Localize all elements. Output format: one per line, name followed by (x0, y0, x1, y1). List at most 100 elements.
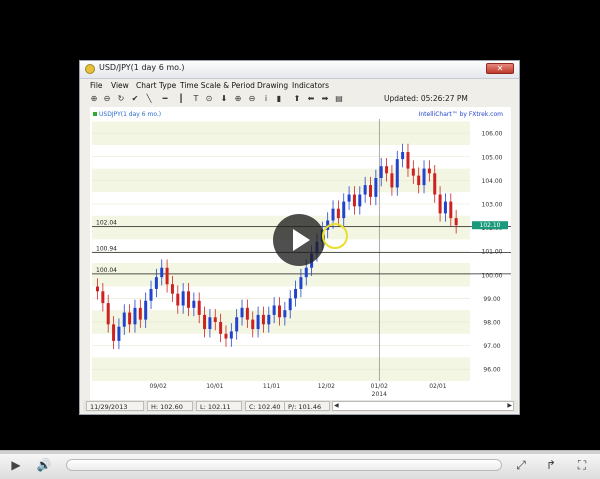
candle-body (363, 185, 367, 195)
refresh-icon[interactable]: ↻ (116, 93, 126, 104)
candle-body (406, 152, 410, 169)
x-tick-label: 09/02 (150, 383, 167, 390)
up-arrow-icon[interactable]: ⬆ (292, 93, 302, 104)
y-tick-label: 101.00 (482, 249, 503, 256)
current-price-label: 102.10 (480, 222, 501, 229)
candle-body (106, 303, 110, 325)
y-tick-label: 103.00 (482, 201, 503, 208)
menu-drawing[interactable]: Drawing (257, 81, 288, 90)
status-high: H: 102.60 (147, 401, 193, 411)
volume-icon[interactable]: 🔊 (34, 457, 54, 473)
y-tick-label: 105.00 (482, 154, 503, 161)
menu-indicators[interactable]: Indicators (292, 81, 329, 90)
candle-body (352, 194, 356, 207)
chart-scrollbar[interactable]: ◀ ▶ (332, 401, 514, 411)
candle-body (117, 326, 121, 341)
candle-body (433, 173, 437, 195)
level-line-label: 100.94 (96, 246, 117, 253)
video-play-overlay[interactable] (273, 214, 325, 266)
updated-time: Updated: 05:26:27 PM (384, 94, 468, 103)
close-button[interactable]: ✕ (486, 63, 514, 74)
candle-body (144, 300, 148, 320)
candle-body (422, 168, 426, 186)
candle-body (133, 307, 137, 325)
candle-body (261, 314, 265, 325)
candle-body (283, 310, 287, 318)
info-icon[interactable]: i (261, 93, 271, 104)
candle-body (176, 293, 180, 306)
crosshair-icon[interactable]: ⊙ (204, 93, 214, 104)
fullscreen-window-icon[interactable]: ⤢ (511, 457, 531, 473)
candle-body (267, 314, 271, 325)
line-draw-icon[interactable]: ╲ (144, 93, 154, 104)
candle-body (122, 312, 126, 327)
candle-body (213, 317, 217, 322)
candle-body (187, 291, 190, 308)
candle-body (256, 314, 260, 330)
candle-body (245, 307, 249, 320)
candle-body (235, 317, 239, 332)
status-pivot: P/: 101.46 (284, 401, 330, 411)
candle-body (294, 288, 298, 299)
level-line-label: 100.04 (96, 267, 117, 274)
candle-body (342, 201, 346, 219)
magnify-minus-icon[interactable]: ⊖ (247, 93, 257, 104)
candle-body (278, 305, 281, 318)
candle-body (427, 168, 431, 174)
menu-bar: File View Chart Type Time Scale & Period… (80, 79, 519, 92)
y-tick-label: 98.00 (483, 319, 500, 326)
candle-body (288, 298, 292, 311)
y-tick-label: 99.00 (483, 296, 500, 303)
horizontal-line-icon[interactable]: ━ (160, 93, 170, 104)
candle-body (208, 317, 212, 330)
right-arrow-icon[interactable]: ➡ (320, 93, 330, 104)
candle-body (203, 314, 207, 330)
status-low: L: 102.11 (196, 401, 242, 411)
candle-body (417, 175, 421, 186)
menu-time-scale-period[interactable]: Time Scale & Period (180, 81, 255, 90)
app-icon (85, 64, 95, 74)
candle-body (128, 312, 132, 325)
expand-icon[interactable]: ⛶ (572, 457, 592, 473)
menu-file[interactable]: File (90, 81, 103, 90)
magnify-plus-icon[interactable]: ⊕ (233, 93, 243, 104)
cursor-highlight-ring (322, 223, 348, 249)
seek-bar[interactable] (66, 459, 502, 471)
bars-icon[interactable]: ▮ (274, 93, 284, 104)
text-icon[interactable]: T (191, 93, 201, 104)
candle-body (374, 178, 378, 197)
play-icon[interactable]: ▶ (6, 457, 26, 473)
scroll-left-icon[interactable]: ◀ (334, 402, 339, 410)
candle-body (331, 208, 335, 221)
down-arrow-icon[interactable]: ⬇ (219, 93, 229, 104)
candle-body (251, 319, 255, 330)
candle-body (347, 194, 351, 202)
chart-icon[interactable]: ▤ (334, 93, 344, 104)
candle-body (160, 267, 164, 278)
candle-body (149, 288, 153, 301)
candle-body (304, 267, 308, 278)
candle-body (229, 331, 233, 339)
zoom-in-icon[interactable]: ⊕ (89, 93, 99, 104)
candle-body (224, 333, 228, 339)
video-progress[interactable] (0, 451, 600, 454)
candle-body (401, 152, 405, 160)
candle-body (454, 218, 458, 226)
chart-legend: USDJPY(1 day 6 mo.) (99, 111, 161, 118)
check-icon[interactable]: ✔ (130, 93, 140, 104)
zoom-out-icon[interactable]: ⊖ (102, 93, 112, 104)
vertical-line-icon[interactable]: ┃ (176, 93, 186, 104)
candle-body (181, 291, 185, 306)
menu-chart-type[interactable]: Chart Type (136, 81, 176, 90)
status-bar: 11/29/2013 H: 102.60 L: 102.11 C: 102.40… (83, 400, 518, 412)
share-icon[interactable]: ↱ (541, 457, 561, 473)
left-arrow-icon[interactable]: ⬅ (306, 93, 316, 104)
level-line-label: 102.04 (96, 220, 117, 227)
candle-body (369, 185, 372, 197)
menu-view[interactable]: View (111, 81, 129, 90)
y-tick-label: 106.00 (482, 131, 503, 138)
video-player-bar: ▶ 🔊 ⤢ ↱ ⛶ (0, 450, 600, 479)
x-tick-label: 02/01 (429, 383, 446, 390)
scroll-right-icon[interactable]: ▶ (507, 402, 512, 410)
candle-body (438, 194, 442, 214)
